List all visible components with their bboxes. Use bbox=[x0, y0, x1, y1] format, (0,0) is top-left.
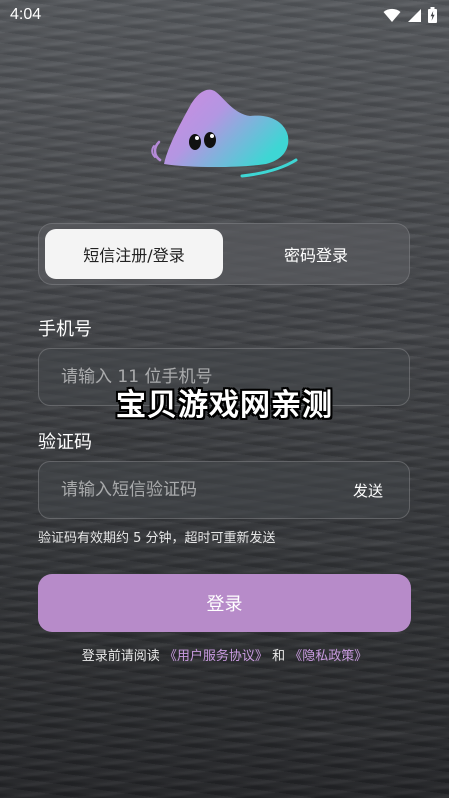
phone-field bbox=[38, 348, 410, 406]
agreement-text: 登录前请阅读 《用户服务协议》 和 《隐私政策》 bbox=[0, 645, 449, 664]
phone-label: 手机号 bbox=[38, 319, 92, 340]
terms-link[interactable]: 《用户服务协议》 bbox=[164, 649, 268, 664]
signal-icon bbox=[408, 8, 421, 22]
code-validity-hint: 验证码有效期约 5 分钟，超时可重新发送 bbox=[38, 531, 276, 546]
login-mode-switch: 短信注册/登录 密码登录 bbox=[38, 223, 410, 285]
send-code-button[interactable]: 发送 bbox=[353, 462, 383, 518]
phone-input[interactable] bbox=[61, 349, 331, 405]
code-label: 验证码 bbox=[38, 432, 92, 453]
agreement-prefix: 登录前请阅读 bbox=[81, 649, 164, 664]
status-bar: 4:04 bbox=[0, 0, 449, 32]
code-field: 发送 bbox=[38, 461, 410, 519]
status-icons bbox=[383, 7, 437, 23]
login-button[interactable]: 登录 bbox=[38, 574, 411, 632]
mascot-icon bbox=[151, 89, 298, 178]
agreement-connector: 和 bbox=[267, 649, 290, 664]
wifi-icon bbox=[383, 8, 401, 22]
app-logo bbox=[150, 84, 300, 180]
tab-sms-login[interactable]: 短信注册/登录 bbox=[45, 229, 223, 279]
tab-password-login[interactable]: 密码登录 bbox=[227, 229, 405, 279]
privacy-link[interactable]: 《隐私政策》 bbox=[289, 649, 367, 664]
code-input[interactable] bbox=[61, 462, 331, 518]
status-time: 4:04 bbox=[10, 6, 42, 23]
battery-icon bbox=[428, 7, 437, 23]
